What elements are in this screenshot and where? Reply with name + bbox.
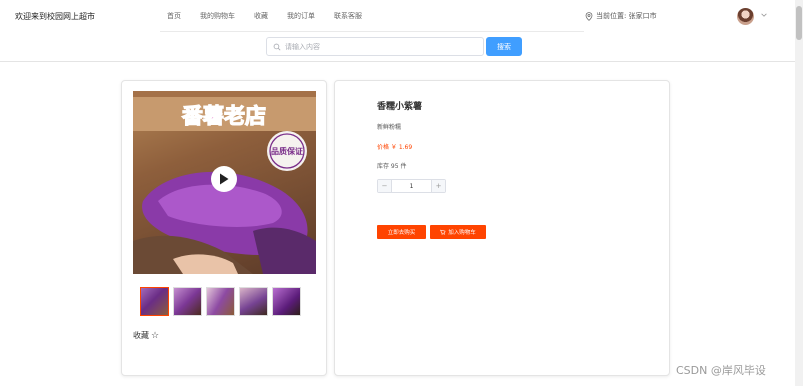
buy-now-button[interactable]: 立即去购买 bbox=[377, 225, 426, 239]
product-gallery-card: 番薯老店 品质保证 收藏 ☆ bbox=[121, 80, 327, 376]
page-scrollbar[interactable] bbox=[795, 0, 803, 386]
play-icon bbox=[220, 173, 229, 185]
nav-favorites[interactable]: 收藏 bbox=[254, 11, 268, 21]
quantity-increase-button[interactable]: + bbox=[431, 180, 445, 192]
search-icon bbox=[273, 43, 281, 50]
nav-home[interactable]: 首页 bbox=[167, 11, 181, 21]
nav-my-orders[interactable]: 我的订单 bbox=[287, 11, 315, 21]
nav-divider bbox=[160, 31, 584, 32]
product-stock: 库存 95 件 bbox=[377, 163, 407, 170]
search-field[interactable] bbox=[266, 37, 484, 56]
user-avatar[interactable] bbox=[737, 8, 754, 25]
scrollbar-thumb[interactable] bbox=[796, 6, 802, 40]
thumbnail-4[interactable] bbox=[239, 287, 268, 316]
chevron-down-icon[interactable] bbox=[760, 11, 768, 19]
product-price: 价格 ￥ 1.69 bbox=[377, 144, 413, 151]
location-text: 当前位置: 张家口市 bbox=[596, 12, 657, 20]
product-subtitle: 新鲜粉糯 bbox=[377, 124, 402, 131]
quantity-decrease-button[interactable]: − bbox=[378, 180, 392, 192]
welcome-text: 欢迎来到校园网上超市 bbox=[15, 12, 95, 21]
product-title: 香糯小紫薯 bbox=[377, 102, 423, 112]
main-nav: 首页 我的购物车 收藏 我的订单 联系客服 bbox=[160, 11, 381, 21]
product-info-card: 香糯小紫薯 新鲜粉糯 价格 ￥ 1.69 库存 95 件 − 1 + 立即去购买… bbox=[334, 80, 670, 376]
location-pin-icon bbox=[585, 11, 593, 21]
cart-icon bbox=[440, 229, 446, 235]
thumbnail-1[interactable] bbox=[140, 287, 169, 316]
search-button[interactable]: 搜索 bbox=[486, 37, 522, 56]
nav-contact-service[interactable]: 联系客服 bbox=[334, 11, 362, 21]
add-to-cart-label: 加入购物车 bbox=[448, 230, 476, 236]
star-icon: ☆ bbox=[151, 330, 160, 341]
quantity-stepper: − 1 + bbox=[377, 179, 446, 193]
add-to-cart-button[interactable]: 加入购物车 bbox=[430, 225, 486, 239]
thumbnail-3[interactable] bbox=[206, 287, 235, 316]
thumbnail-2[interactable] bbox=[173, 287, 202, 316]
banner-text: 番薯老店 bbox=[181, 103, 266, 128]
favorite-label: 收藏 bbox=[133, 331, 149, 340]
product-main-image[interactable]: 番薯老店 品质保证 bbox=[133, 91, 316, 274]
quantity-value[interactable]: 1 bbox=[392, 180, 431, 192]
play-video-button[interactable] bbox=[211, 166, 237, 192]
csdn-watermark: CSDN @岸风毕设 bbox=[676, 364, 766, 377]
quality-seal-text: 品质保证 bbox=[271, 146, 303, 156]
location-indicator[interactable]: 当前位置: 张家口市 bbox=[585, 11, 657, 21]
thumbnail-strip bbox=[140, 287, 305, 316]
search-input[interactable] bbox=[285, 42, 465, 51]
thumbnail-5[interactable] bbox=[272, 287, 301, 316]
favorite-button[interactable]: 收藏 ☆ bbox=[133, 330, 159, 341]
nav-my-cart[interactable]: 我的购物车 bbox=[200, 11, 235, 21]
